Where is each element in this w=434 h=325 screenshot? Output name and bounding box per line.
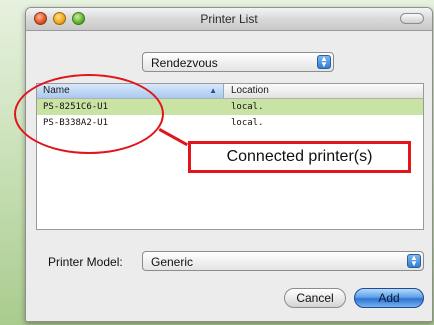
printer-location-cell: local. <box>231 102 264 112</box>
toolbar-toggle-button[interactable] <box>400 13 424 24</box>
printer-model-popup[interactable]: Generic ▲ ▼ <box>142 251 424 271</box>
cancel-button[interactable]: Cancel <box>284 288 346 308</box>
column-header-location-label: Location <box>231 85 269 96</box>
add-button[interactable]: Add <box>354 288 424 308</box>
popup-arrows-icon: ▲ ▼ <box>407 254 421 268</box>
popup-arrows-icon: ▲ ▼ <box>317 55 331 69</box>
printer-location-cell: local. <box>231 118 264 128</box>
printer-model-label: Printer Model: <box>48 255 123 269</box>
window-title: Printer List <box>200 12 258 26</box>
annotation-oval <box>14 74 164 154</box>
browser-type-popup[interactable]: Rendezvous ▲ ▼ <box>142 52 334 72</box>
printer-model-value: Generic <box>151 255 194 269</box>
title-bar[interactable]: Printer List <box>26 8 432 31</box>
sort-ascending-icon: ▲ <box>209 86 217 95</box>
browser-type-value: Rendezvous <box>151 56 218 70</box>
annotation-callout: Connected printer(s) <box>188 141 411 173</box>
